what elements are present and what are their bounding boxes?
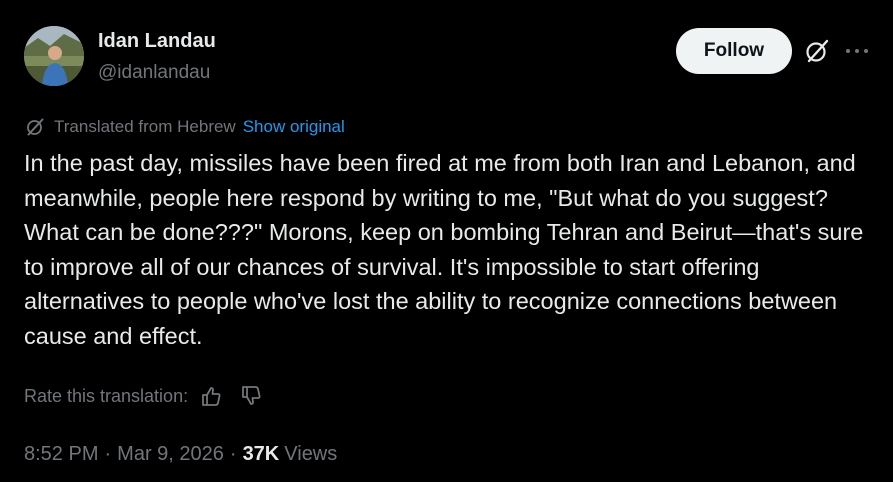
thumbs-down-icon[interactable] bbox=[238, 383, 264, 409]
meta-separator: · bbox=[229, 442, 237, 465]
show-original-link[interactable]: Show original bbox=[243, 117, 345, 137]
translate-icon bbox=[24, 116, 46, 138]
more-options-icon[interactable] bbox=[844, 38, 870, 64]
thumbs-up-icon[interactable] bbox=[198, 383, 224, 409]
post-meta: 8:52 PM · Mar 9, 2026 · 37K Views bbox=[24, 440, 337, 468]
post-card: Idan Landau @idanlandau Follow Translate… bbox=[0, 0, 893, 482]
post-date[interactable]: Mar 9, 2026 bbox=[117, 443, 224, 466]
follow-button[interactable]: Follow bbox=[676, 28, 792, 74]
rate-translation-row: Rate this translation: bbox=[24, 383, 278, 409]
avatar[interactable] bbox=[24, 26, 84, 86]
grok-icon[interactable] bbox=[802, 36, 832, 66]
post-text: In the past day, missiles have been fire… bbox=[24, 150, 864, 349]
views-count[interactable]: 37K bbox=[243, 443, 280, 466]
post-time[interactable]: 8:52 PM bbox=[24, 443, 98, 466]
translated-from-label: Translated from Hebrew bbox=[54, 117, 236, 136]
views-label: Views bbox=[284, 442, 338, 465]
meta-separator: · bbox=[104, 442, 112, 465]
translation-notice: Translated from Hebrew Show original bbox=[24, 115, 345, 139]
author-handle[interactable]: @idanlandau bbox=[98, 62, 210, 84]
author-name[interactable]: Idan Landau bbox=[98, 30, 216, 53]
rate-translation-label: Rate this translation: bbox=[24, 385, 189, 406]
